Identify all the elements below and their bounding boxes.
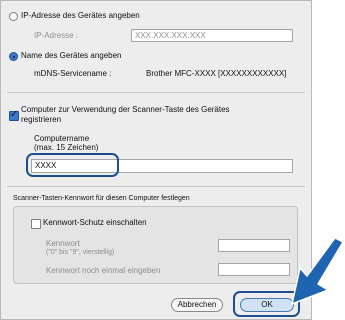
device-name-option-label: Name des Gerätes angeben (21, 51, 122, 60)
confirm-password-label: Kennwort noch einmal eingeben (46, 266, 161, 275)
computer-name-highlight (26, 153, 119, 177)
password-protection-checkbox[interactable] (31, 219, 41, 229)
divider (7, 186, 305, 187)
dialog-window: IP-Adresse des Gerätes angeben IP-Adress… (0, 0, 312, 320)
device-name-radio[interactable] (9, 52, 18, 61)
password-input[interactable] (218, 239, 290, 252)
confirm-password-input[interactable] (218, 263, 290, 276)
register-scan-key-label-line1: Computer zur Verwendung der Scanner-Tast… (21, 105, 230, 114)
mdns-service-value: Brother MFC-XXXX [XXXXXXXXXXXX] (146, 69, 287, 78)
register-scan-key-label-line2: registrieren (21, 115, 62, 124)
ip-address-input[interactable]: XXX.XXX.XXX.XXX (131, 29, 293, 42)
register-scan-key-checkbox[interactable] (9, 109, 19, 121)
divider (7, 92, 305, 93)
callout-arrow-icon (291, 238, 344, 305)
computer-name-hint: (max. 15 Zeichen) (34, 143, 99, 152)
ip-address-option-label: IP-Adresse des Gerätes angeben (21, 11, 140, 20)
password-section-title: Scanner-Tasten-Kennwort für diesen Compu… (13, 195, 190, 202)
password-hint: ("0" bis "9", vierstellig) (46, 249, 115, 256)
ip-address-radio[interactable] (9, 12, 18, 21)
password-protection-label: Kennwort-Schutz einschalten (43, 218, 147, 227)
mdns-service-label: mDNS-Servicename : (34, 69, 112, 78)
cancel-button[interactable]: Abbrechen (171, 298, 223, 312)
ip-address-label: IP-Adresse : (34, 31, 79, 40)
